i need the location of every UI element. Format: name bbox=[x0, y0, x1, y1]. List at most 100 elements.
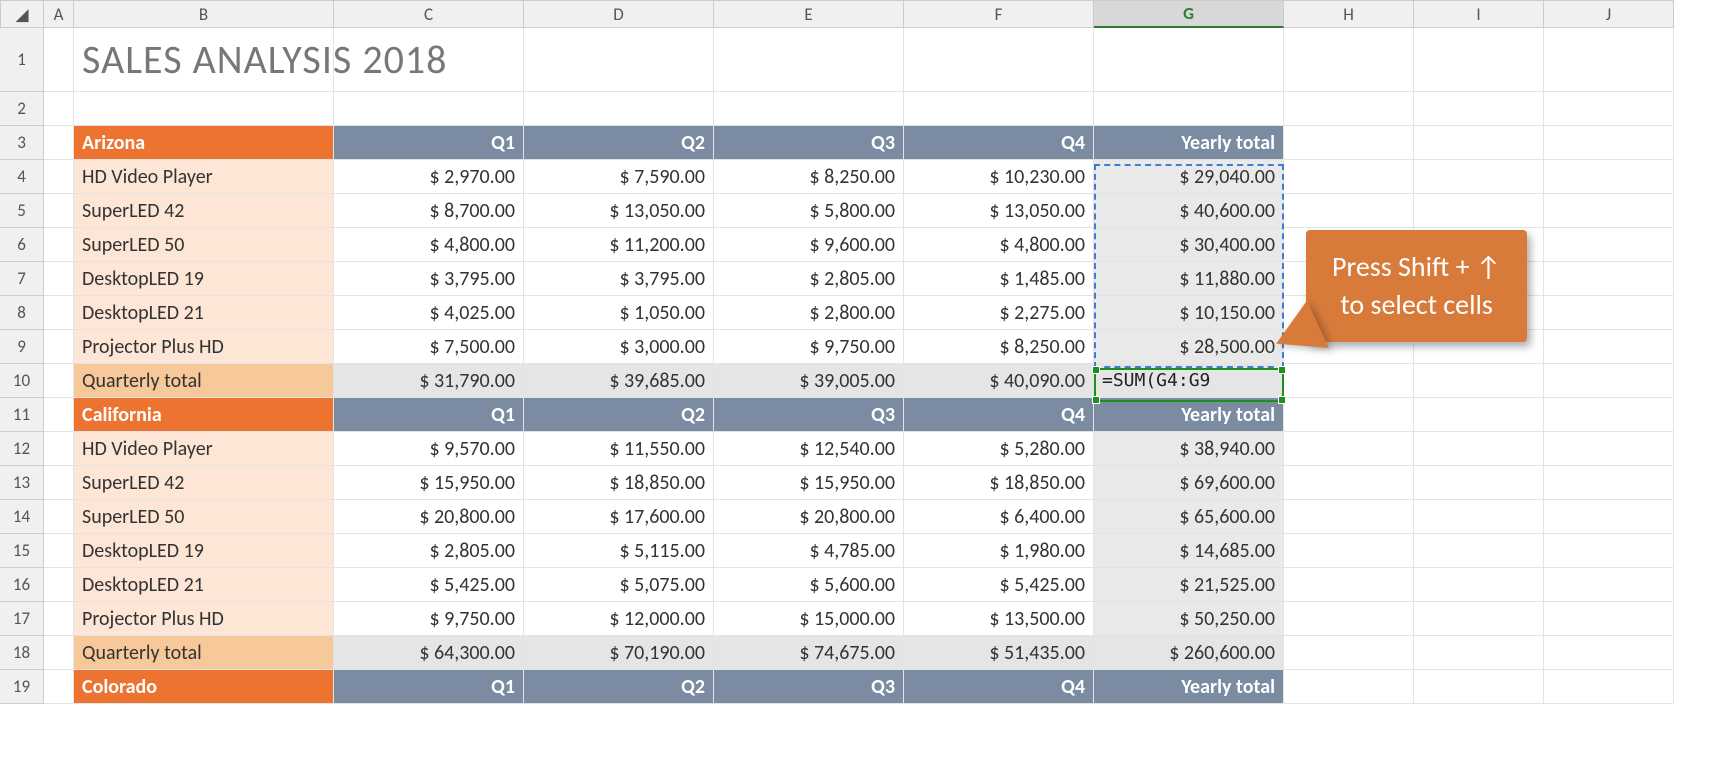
cell-blank[interactable] bbox=[1544, 636, 1674, 670]
cell-blank[interactable] bbox=[1544, 330, 1674, 364]
value-cell[interactable]: $ 5,800.00 bbox=[714, 194, 904, 228]
cell-A17[interactable] bbox=[44, 602, 74, 636]
q-header[interactable]: Q4 bbox=[904, 398, 1094, 432]
product-name[interactable]: DesktopLED 19 bbox=[74, 262, 334, 296]
cell-blank[interactable] bbox=[1544, 670, 1674, 704]
product-name[interactable]: DesktopLED 21 bbox=[74, 296, 334, 330]
value-cell[interactable]: $ 8,250.00 bbox=[904, 330, 1094, 364]
cell-blank[interactable] bbox=[1544, 432, 1674, 466]
page-title[interactable]: SALES ANALYSIS 2018 bbox=[74, 28, 334, 92]
product-name[interactable]: DesktopLED 21 bbox=[74, 568, 334, 602]
q-header[interactable]: Q3 bbox=[714, 398, 904, 432]
value-cell[interactable]: $ 4,800.00 bbox=[334, 228, 524, 262]
cell-blank[interactable] bbox=[714, 28, 904, 92]
cell-A5[interactable] bbox=[44, 194, 74, 228]
value-cell[interactable]: $ 2,805.00 bbox=[334, 534, 524, 568]
cell-blank[interactable] bbox=[904, 28, 1094, 92]
column-header-B[interactable]: B bbox=[74, 0, 334, 28]
row-header-19[interactable]: 19 bbox=[0, 670, 44, 704]
value-cell[interactable]: $ 5,425.00 bbox=[904, 568, 1094, 602]
yearly-total-header[interactable]: Yearly total bbox=[1094, 670, 1284, 704]
row-header-7[interactable]: 7 bbox=[0, 262, 44, 296]
quarterly-total-cell[interactable]: $ 39,685.00 bbox=[524, 364, 714, 398]
value-cell[interactable]: $ 4,785.00 bbox=[714, 534, 904, 568]
cell-blank[interactable] bbox=[1414, 432, 1544, 466]
value-cell[interactable]: $ 15,950.00 bbox=[714, 466, 904, 500]
column-header-J[interactable]: J bbox=[1544, 0, 1674, 28]
column-header-F[interactable]: F bbox=[904, 0, 1094, 28]
cell-blank[interactable] bbox=[1414, 194, 1544, 228]
cell-blank[interactable] bbox=[1284, 28, 1414, 92]
value-cell[interactable]: $ 3,795.00 bbox=[334, 262, 524, 296]
cell-blank[interactable] bbox=[1094, 28, 1284, 92]
cell-blank[interactable] bbox=[1414, 364, 1544, 398]
cell-A14[interactable] bbox=[44, 500, 74, 534]
yearly-total-cell[interactable]: $ 14,685.00 bbox=[1094, 534, 1284, 568]
cell-blank[interactable] bbox=[1414, 636, 1544, 670]
cell-A9[interactable] bbox=[44, 330, 74, 364]
quarterly-total-cell[interactable]: $ 51,435.00 bbox=[904, 636, 1094, 670]
row-header-18[interactable]: 18 bbox=[0, 636, 44, 670]
formula-editing-cell[interactable]: =SUM(G4:G9 bbox=[1094, 364, 1284, 398]
cell-blank[interactable] bbox=[1414, 398, 1544, 432]
cell-blank[interactable] bbox=[1544, 466, 1674, 500]
q-header[interactable]: Q4 bbox=[904, 126, 1094, 160]
cell-A2[interactable] bbox=[44, 92, 74, 126]
value-cell[interactable]: $ 13,050.00 bbox=[904, 194, 1094, 228]
yearly-total-cell[interactable]: $ 69,600.00 bbox=[1094, 466, 1284, 500]
product-name[interactable]: SuperLED 50 bbox=[74, 500, 334, 534]
cell-blank[interactable] bbox=[1414, 28, 1544, 92]
quarterly-total-label[interactable]: Quarterly total bbox=[74, 636, 334, 670]
value-cell[interactable]: $ 8,250.00 bbox=[714, 160, 904, 194]
product-name[interactable]: DesktopLED 19 bbox=[74, 534, 334, 568]
q-header[interactable]: Q2 bbox=[524, 126, 714, 160]
cell-A7[interactable] bbox=[44, 262, 74, 296]
yearly-total-cell[interactable]: $ 10,150.00 bbox=[1094, 296, 1284, 330]
product-name[interactable]: SuperLED 42 bbox=[74, 194, 334, 228]
cell-blank[interactable] bbox=[1544, 160, 1674, 194]
value-cell[interactable]: $ 20,800.00 bbox=[714, 500, 904, 534]
value-cell[interactable]: $ 2,800.00 bbox=[714, 296, 904, 330]
cell-blank[interactable] bbox=[1544, 296, 1674, 330]
value-cell[interactable]: $ 13,050.00 bbox=[524, 194, 714, 228]
value-cell[interactable]: $ 1,050.00 bbox=[524, 296, 714, 330]
value-cell[interactable]: $ 1,980.00 bbox=[904, 534, 1094, 568]
row-header-5[interactable]: 5 bbox=[0, 194, 44, 228]
cell-blank[interactable] bbox=[1414, 92, 1544, 126]
cell-A1[interactable] bbox=[44, 28, 74, 92]
value-cell[interactable]: $ 9,750.00 bbox=[714, 330, 904, 364]
product-name[interactable]: Projector Plus HD bbox=[74, 330, 334, 364]
cell-A3[interactable] bbox=[44, 126, 74, 160]
cell-blank[interactable] bbox=[1414, 466, 1544, 500]
yearly-total-cell[interactable]: $ 11,880.00 bbox=[1094, 262, 1284, 296]
cell-blank[interactable] bbox=[1414, 602, 1544, 636]
quarterly-total-cell[interactable]: $ 31,790.00 bbox=[334, 364, 524, 398]
row-header-9[interactable]: 9 bbox=[0, 330, 44, 364]
value-cell[interactable]: $ 9,600.00 bbox=[714, 228, 904, 262]
quarterly-total-cell[interactable]: $ 70,190.00 bbox=[524, 636, 714, 670]
yearly-total-header[interactable]: Yearly total bbox=[1094, 398, 1284, 432]
value-cell[interactable]: $ 3,000.00 bbox=[524, 330, 714, 364]
yearly-total-cell[interactable]: $ 29,040.00 bbox=[1094, 160, 1284, 194]
select-all-corner[interactable]: ◢ bbox=[0, 0, 44, 28]
yearly-total-cell[interactable]: $ 260,600.00 bbox=[1094, 636, 1284, 670]
cell-blank[interactable] bbox=[1284, 194, 1414, 228]
cell-blank[interactable] bbox=[1414, 500, 1544, 534]
cell-blank[interactable] bbox=[1414, 160, 1544, 194]
quarterly-total-label[interactable]: Quarterly total bbox=[74, 364, 334, 398]
q-header[interactable]: Q2 bbox=[524, 670, 714, 704]
cell-blank[interactable] bbox=[524, 28, 714, 92]
value-cell[interactable]: $ 5,075.00 bbox=[524, 568, 714, 602]
cell-blank[interactable] bbox=[1284, 568, 1414, 602]
column-header-I[interactable]: I bbox=[1414, 0, 1544, 28]
q-header[interactable]: Q3 bbox=[714, 126, 904, 160]
cell-A8[interactable] bbox=[44, 296, 74, 330]
value-cell[interactable]: $ 18,850.00 bbox=[904, 466, 1094, 500]
cell-A10[interactable] bbox=[44, 364, 74, 398]
column-header-D[interactable]: D bbox=[524, 0, 714, 28]
value-cell[interactable]: $ 6,400.00 bbox=[904, 500, 1094, 534]
value-cell[interactable]: $ 5,425.00 bbox=[334, 568, 524, 602]
cell-A19[interactable] bbox=[44, 670, 74, 704]
cell-blank[interactable] bbox=[1414, 568, 1544, 602]
value-cell[interactable]: $ 2,805.00 bbox=[714, 262, 904, 296]
